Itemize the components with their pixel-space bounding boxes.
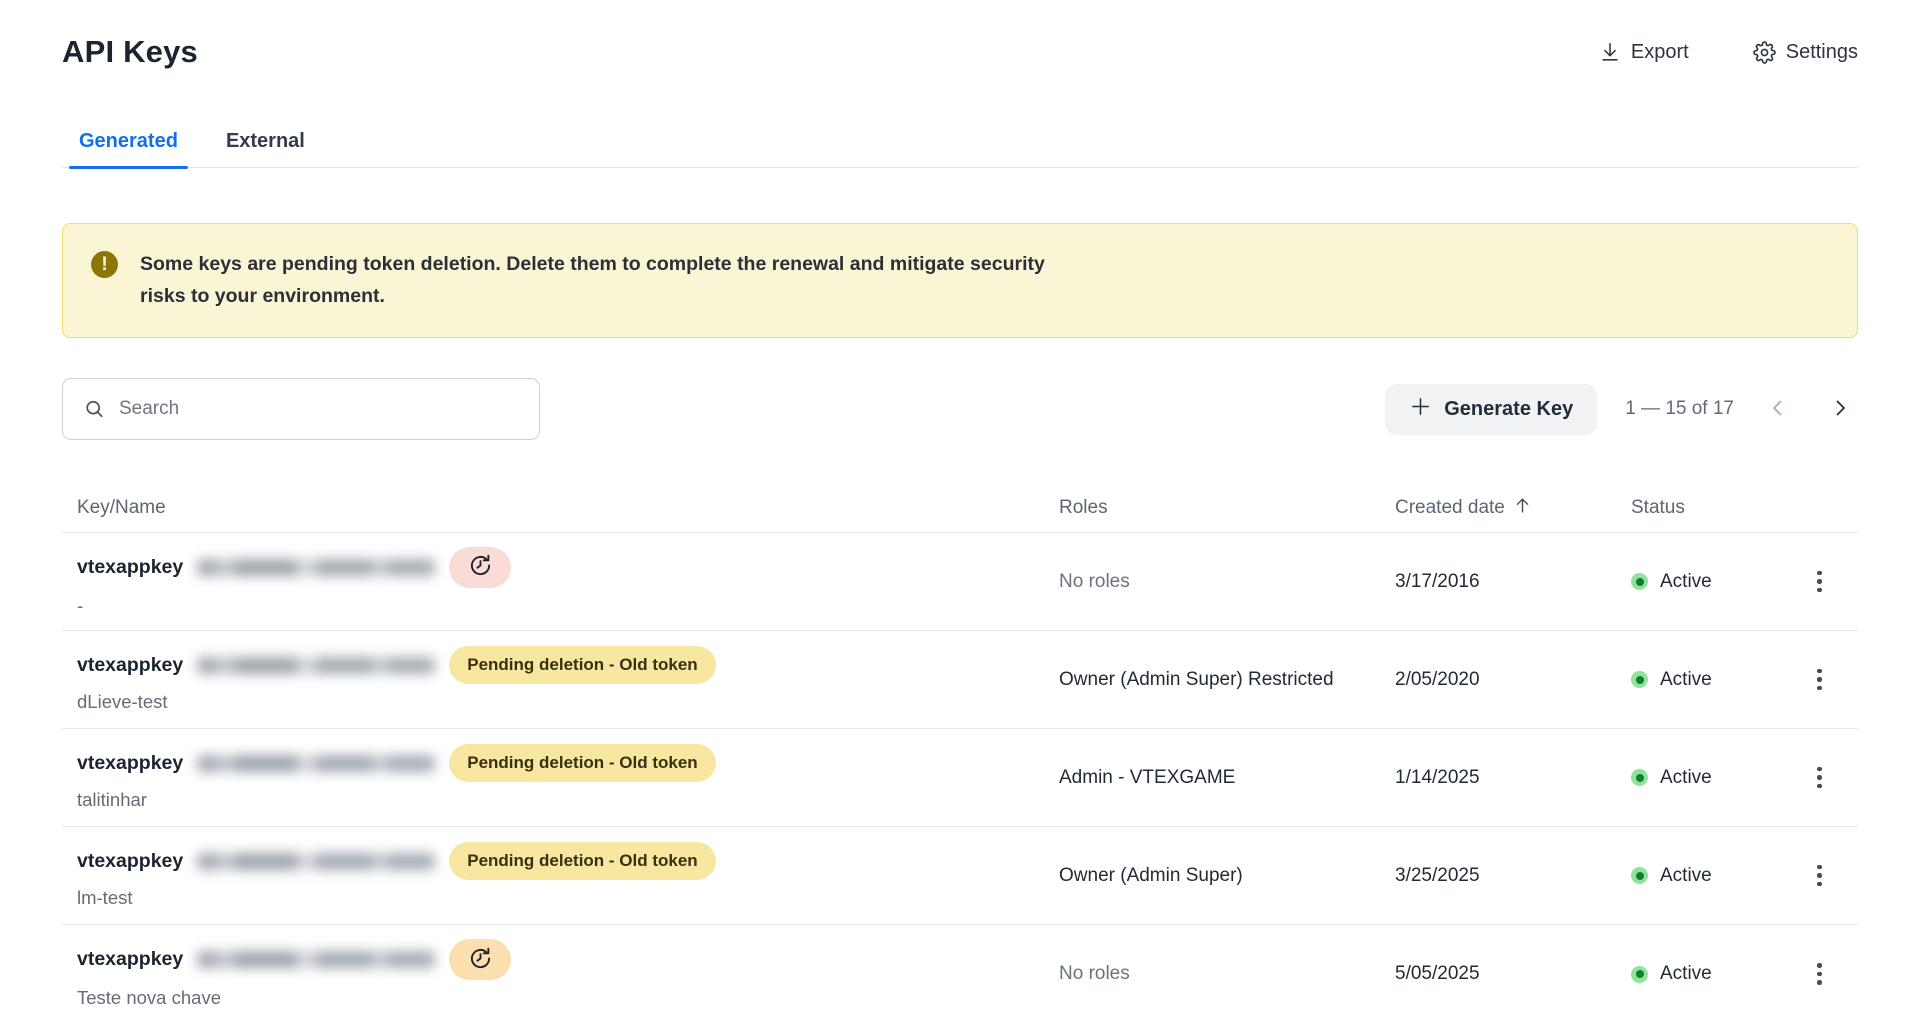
chevron-left-icon	[1766, 396, 1790, 423]
status-badge: Active	[1660, 865, 1712, 887]
column-header-status: Status	[1616, 497, 1794, 519]
key-prefix: vtexappkey	[77, 752, 183, 775]
status-cell: Active	[1616, 669, 1794, 691]
column-header-key-name: Key/Name	[62, 497, 1044, 519]
status-badge: Active	[1660, 963, 1712, 985]
status-badge: Active	[1660, 669, 1712, 691]
key-display-name: talitinhar	[77, 789, 1044, 811]
settings-button[interactable]: Settings	[1753, 41, 1858, 64]
roles-cell: Owner (Admin Super) Restricted	[1044, 669, 1380, 691]
tab-generated[interactable]: Generated	[77, 120, 180, 167]
active-status-dot	[1631, 573, 1648, 590]
table-row: vtexappkey - No roles 3/17/2016	[62, 533, 1858, 631]
status-badge: Active	[1660, 767, 1712, 789]
active-status-dot	[1631, 867, 1648, 884]
generate-key-button[interactable]: Generate Key	[1385, 384, 1597, 435]
created-date-cell: 5/05/2025	[1380, 963, 1616, 985]
table-toolbar: Generate Key 1 — 15 of 17	[62, 378, 1858, 440]
download-icon	[1599, 41, 1621, 63]
gear-icon	[1753, 41, 1776, 64]
row-actions-menu-button[interactable]	[1809, 563, 1830, 601]
export-label: Export	[1631, 41, 1689, 64]
masked-key-segment	[197, 951, 435, 968]
key-display-name: -	[77, 595, 1044, 617]
next-page-button[interactable]	[1822, 390, 1858, 429]
table-row: vtexappkey Pending deletion - Old token …	[62, 827, 1858, 925]
tab-bar: Generated External	[62, 120, 1858, 168]
page-title: API Keys	[62, 34, 198, 70]
table-row: vtexappkey Pending deletion - Old token …	[62, 729, 1858, 827]
row-actions-menu-button[interactable]	[1809, 857, 1830, 895]
column-header-created-date[interactable]: Created date	[1380, 496, 1616, 521]
key-name-cell: vtexappkey Teste nova chave	[62, 939, 1044, 1009]
masked-key-segment	[197, 559, 435, 576]
toolbar-right: Generate Key 1 — 15 of 17	[1385, 384, 1858, 435]
table-row: vtexappkey Teste nova chave No roles 5/0…	[62, 925, 1858, 1023]
key-name-cell: vtexappkey Pending deletion - Old token …	[62, 842, 1044, 909]
roles-cell: Owner (Admin Super)	[1044, 865, 1380, 887]
pagination-range: 1 — 15 of 17	[1625, 398, 1734, 420]
api-keys-page: API Keys Export Settings	[0, 0, 1920, 1023]
key-name-cell: vtexappkey -	[62, 547, 1044, 617]
token-renewal-pending-badge[interactable]	[449, 547, 511, 588]
settings-label: Settings	[1786, 41, 1858, 64]
masked-key-segment	[197, 657, 435, 674]
key-prefix: vtexappkey	[77, 850, 183, 873]
generate-key-label: Generate Key	[1444, 398, 1573, 421]
status-badge: Active	[1660, 571, 1712, 593]
warning-icon: !	[91, 251, 118, 278]
active-status-dot	[1631, 769, 1648, 786]
table-row: vtexappkey Pending deletion - Old token …	[62, 631, 1858, 729]
created-date-cell: 3/25/2025	[1380, 865, 1616, 887]
created-date-label: Created date	[1395, 497, 1505, 519]
active-status-dot	[1631, 966, 1648, 983]
status-cell: Active	[1616, 963, 1794, 985]
masked-key-segment	[197, 853, 435, 870]
search-input[interactable]	[62, 378, 540, 440]
key-display-name: Teste nova chave	[77, 987, 1044, 1009]
key-display-name: lm-test	[77, 887, 1044, 909]
previous-page-button[interactable]	[1760, 390, 1796, 429]
clock-history-icon	[469, 947, 492, 973]
roles-cell: Admin - VTEXGAME	[1044, 767, 1380, 789]
key-name-cell: vtexappkey Pending deletion - Old token …	[62, 646, 1044, 713]
tab-external[interactable]: External	[224, 120, 307, 167]
search-box	[62, 378, 540, 440]
created-date-cell: 3/17/2016	[1380, 571, 1616, 593]
table-header-row: Key/Name Roles Created date Status	[62, 484, 1858, 533]
status-cell: Active	[1616, 571, 1794, 593]
chevron-right-icon	[1828, 396, 1852, 423]
created-date-cell: 2/05/2020	[1380, 669, 1616, 691]
key-name-cell: vtexappkey Pending deletion - Old token …	[62, 744, 1044, 811]
plus-icon	[1409, 395, 1432, 424]
pending-deletion-badge: Pending deletion - Old token	[449, 646, 715, 684]
api-keys-table: Key/Name Roles Created date Status vtexa…	[62, 484, 1858, 1023]
pending-deletion-badge: Pending deletion - Old token	[449, 744, 715, 782]
export-button[interactable]: Export	[1599, 41, 1689, 64]
pending-deletion-warning-banner: ! Some keys are pending token deletion. …	[62, 223, 1858, 338]
status-cell: Active	[1616, 767, 1794, 789]
key-prefix: vtexappkey	[77, 556, 183, 579]
key-prefix: vtexappkey	[77, 948, 183, 971]
roles-cell: No roles	[1044, 963, 1380, 985]
created-date-cell: 1/14/2025	[1380, 767, 1616, 789]
row-actions-menu-button[interactable]	[1809, 661, 1830, 699]
roles-cell: No roles	[1044, 571, 1380, 593]
masked-key-segment	[197, 755, 435, 772]
active-status-dot	[1631, 671, 1648, 688]
topbar: API Keys Export Settings	[62, 34, 1858, 70]
token-renewal-pending-badge[interactable]	[449, 939, 511, 980]
warning-text: Some keys are pending token deletion. De…	[140, 249, 1045, 312]
sort-ascending-icon	[1513, 496, 1532, 521]
pending-deletion-badge: Pending deletion - Old token	[449, 842, 715, 880]
top-actions: Export Settings	[1599, 41, 1858, 64]
row-actions-menu-button[interactable]	[1809, 955, 1830, 993]
status-cell: Active	[1616, 865, 1794, 887]
row-actions-menu-button[interactable]	[1809, 759, 1830, 797]
key-prefix: vtexappkey	[77, 654, 183, 677]
column-header-roles: Roles	[1044, 497, 1380, 519]
key-display-name: dLieve-test	[77, 691, 1044, 713]
clock-history-icon	[469, 554, 492, 580]
